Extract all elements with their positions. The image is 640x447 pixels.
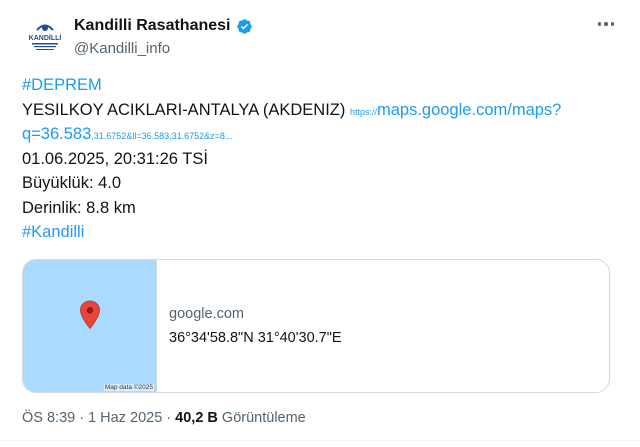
datetime-text: 01.06.2025, 20:31:26 TSİ bbox=[22, 149, 208, 168]
views-count: 40,2 B bbox=[175, 410, 218, 426]
tweet-meta: ÖS 8:39 · 1 Haz 2025 · 40,2 B Görüntülem… bbox=[22, 410, 306, 426]
meta-separator-2: · bbox=[162, 410, 176, 426]
maps-link[interactable]: https://maps.google.com/maps? bbox=[350, 101, 561, 119]
avatar-text: KANDİLLİ bbox=[29, 34, 62, 42]
link-q: q=36.583 bbox=[22, 125, 92, 143]
maps-link-cont[interactable]: q=36.583,31.6752&ll=36.583,31.6752&z=8..… bbox=[22, 125, 232, 143]
depth-text: Derinlik: 8.8 km bbox=[22, 198, 136, 217]
map-thumbnail[interactable]: Map data ©2025 bbox=[23, 260, 156, 392]
hashtag-deprem[interactable]: #DEPREM bbox=[22, 76, 102, 94]
views-label: Görüntüleme bbox=[221, 410, 306, 426]
link-continuation: q=36.583,31.6752&ll=36.583,31.6752&z=8..… bbox=[22, 122, 618, 147]
author-names: Kandilli Rasathanesi @Kandilli_info bbox=[74, 16, 253, 58]
link-preview-card[interactable]: Map data ©2025 google.com 36°34'58.8"N 3… bbox=[22, 259, 610, 393]
tweet-date[interactable]: 1 Haz 2025 bbox=[88, 410, 162, 426]
more-options-icon[interactable] bbox=[594, 14, 618, 34]
link-scheme: https:// bbox=[349, 106, 377, 117]
card-info: google.com 36°34'58.8"N 31°40'30.7"E bbox=[169, 306, 342, 346]
tweet-time[interactable]: ÖS 8:39 bbox=[22, 410, 75, 426]
handle[interactable]: @Kandilli_info bbox=[74, 40, 253, 58]
link-rest: ,31.6752&ll=36.583,31.6752&z=8... bbox=[91, 131, 233, 141]
avatar[interactable]: KANDİLLİ bbox=[22, 14, 68, 60]
location-text: YESILKOY ACIKLARI-ANTALYA (AKDENIZ) bbox=[22, 100, 346, 119]
display-name[interactable]: Kandilli Rasathanesi bbox=[74, 17, 231, 35]
hashtag-kandilli[interactable]: #Kandilli bbox=[22, 223, 84, 241]
location-line: YESILKOY ACIKLARI-ANTALYA (AKDENIZ) http… bbox=[22, 98, 618, 123]
card-divider bbox=[156, 260, 157, 392]
kandilli-logo: KANDİLLİ bbox=[24, 16, 66, 58]
tweet-text: #DEPREM YESILKOY ACIKLARI-ANTALYA (AKDEN… bbox=[22, 73, 618, 245]
link-host: maps.google.com/maps? bbox=[377, 100, 562, 119]
map-attribution: Map data ©2025 bbox=[103, 384, 154, 391]
card-domain: google.com bbox=[169, 306, 244, 322]
tweet-header: KANDİLLİ Kandilli Rasathanesi @Kandilli_… bbox=[22, 14, 618, 62]
magnitude-text: Büyüklük: 4.0 bbox=[22, 174, 122, 192]
card-title: 36°34'58.8"N 31°40'30.7"E bbox=[169, 330, 342, 346]
map-pin-icon bbox=[80, 300, 100, 330]
meta-separator: · bbox=[75, 410, 89, 426]
verified-badge-icon[interactable] bbox=[236, 18, 253, 35]
bottom-divider bbox=[0, 440, 640, 441]
